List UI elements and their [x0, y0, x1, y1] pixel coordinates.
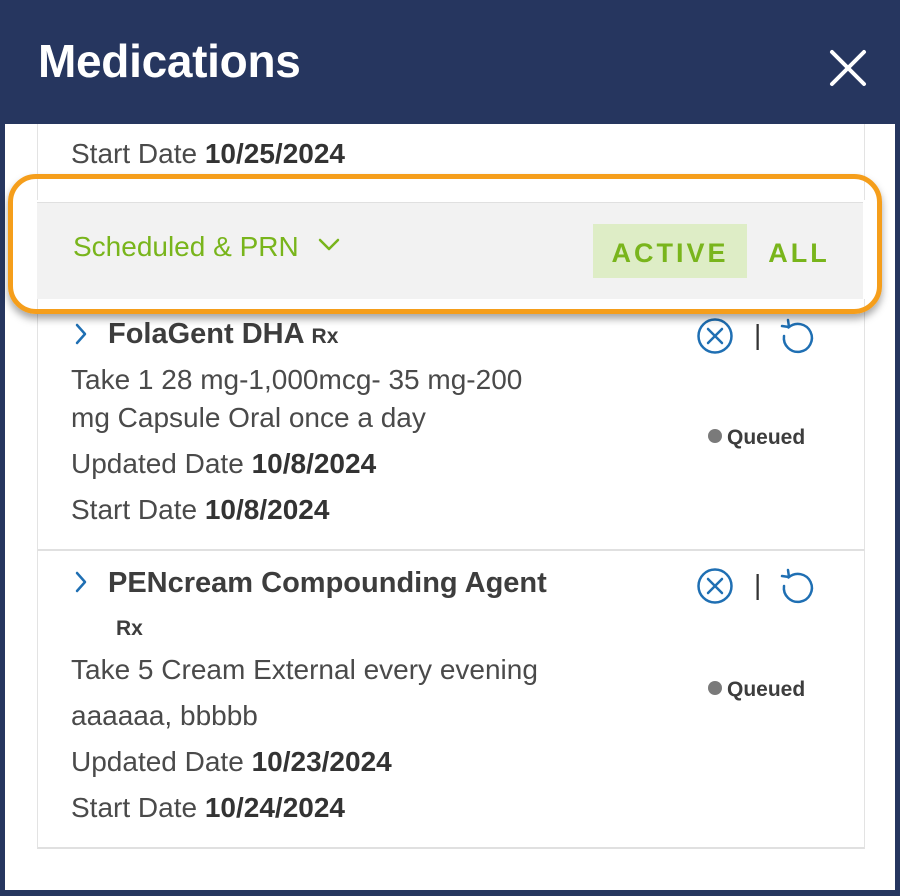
updated-date: Updated Date 10/8/2024 — [71, 448, 377, 479]
medication-instructions-cont: mg Capsule Oral once a day — [71, 402, 426, 433]
start-date: Start Date 10/24/2024 — [71, 792, 345, 823]
schedule-filter-dropdown[interactable]: Scheduled & PRN — [73, 231, 340, 263]
close-icon — [830, 50, 866, 86]
medication-name[interactable]: FolaGent DHA Rx — [108, 318, 338, 351]
start-date: Start Date 10/25/2024 — [71, 138, 345, 169]
circle-x-icon — [697, 568, 733, 604]
chevron-right-icon[interactable] — [72, 322, 90, 346]
renew-button[interactable] — [778, 566, 818, 606]
medication-instructions: Take 5 Cream External every evening — [71, 654, 538, 685]
page-title: Medications — [38, 35, 301, 87]
filter-bar: Scheduled & PRN ACTIVE ALL — [37, 202, 863, 300]
rx-badge: Rx — [311, 325, 339, 348]
start-date: Start Date 10/8/2024 — [71, 494, 330, 525]
chevron-down-icon — [319, 238, 340, 251]
circle-x-icon — [697, 318, 733, 354]
chevron-right-icon[interactable] — [72, 570, 90, 594]
status-dot — [708, 681, 722, 695]
list-item: Start Date 10/25/2024 — [37, 124, 865, 200]
status-badge: Queued — [708, 426, 805, 450]
status-badge: Queued — [708, 678, 805, 702]
medications-list[interactable]: Start Date 10/25/2024 Scheduled & PRN AC… — [5, 124, 895, 890]
medication-instructions: Take 1 28 mg-1,000mcg- 35 mg-200 — [71, 364, 523, 395]
list-item: PENcream Compounding Agent Rx | Take 5 C… — [37, 551, 865, 849]
rx-badge: Rx — [116, 617, 143, 640]
undo-icon — [780, 568, 814, 604]
medication-instructions-cont: aaaaaa, bbbbb — [71, 700, 258, 731]
updated-date: Updated Date 10/23/2024 — [71, 746, 392, 777]
action-separator: | — [754, 319, 762, 350]
medication-name[interactable]: PENcream Compounding Agent — [108, 567, 547, 600]
discontinue-button[interactable] — [695, 566, 735, 606]
tab-active[interactable]: ACTIVE — [593, 224, 747, 278]
action-separator: | — [754, 569, 762, 600]
renew-button[interactable] — [778, 316, 818, 356]
status-dot — [708, 429, 722, 443]
tab-all[interactable]: ALL — [763, 224, 835, 278]
close-button[interactable] — [824, 44, 872, 92]
list-item: FolaGent DHA Rx | Take 1 28 mg-1,000mcg-… — [37, 299, 865, 551]
modal-header: Medications — [0, 0, 900, 124]
undo-icon — [780, 318, 814, 354]
discontinue-button[interactable] — [695, 316, 735, 356]
